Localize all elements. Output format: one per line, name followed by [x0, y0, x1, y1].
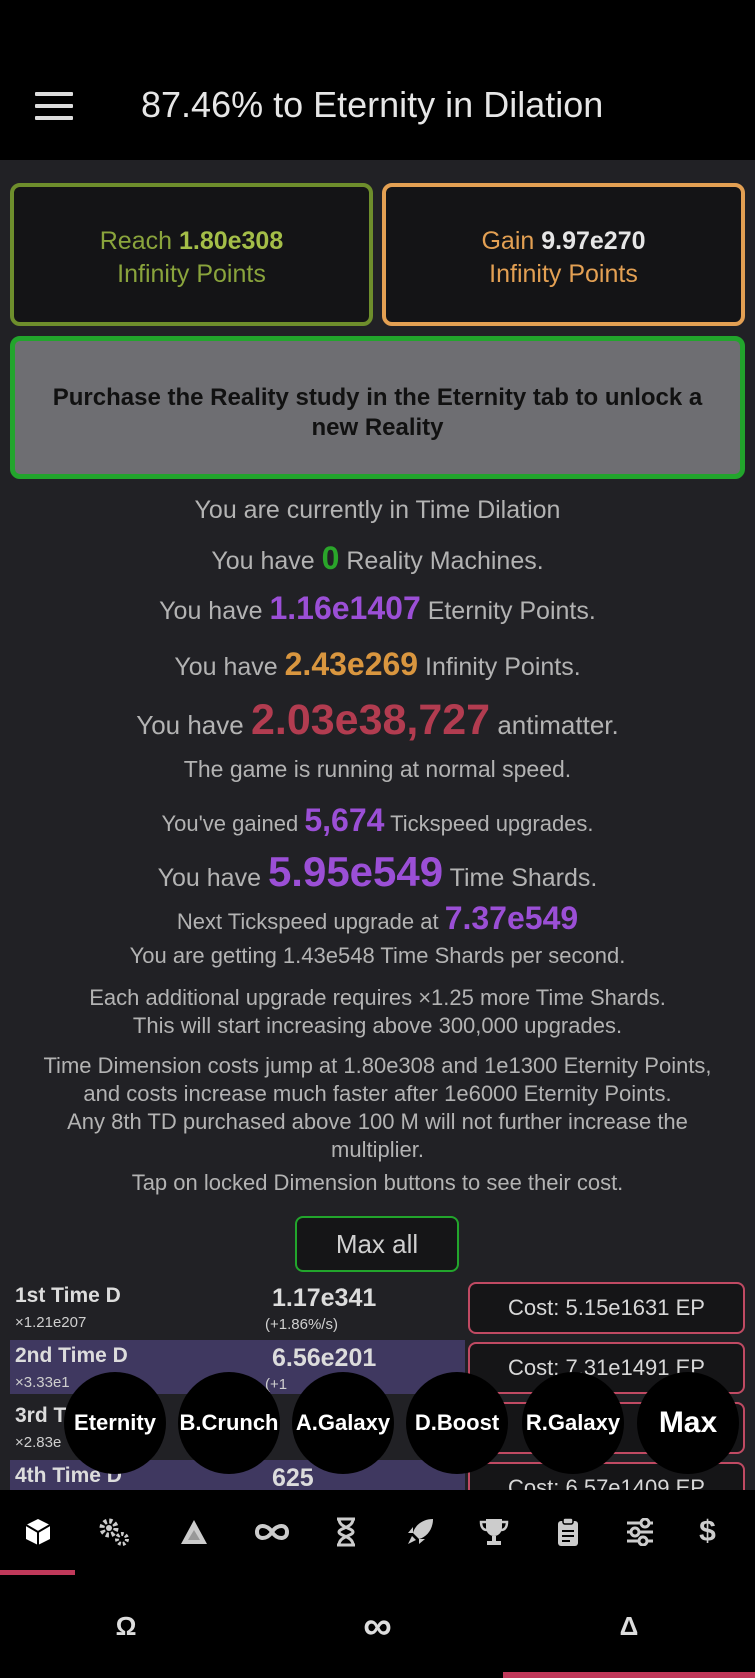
- ep-pre: You have: [159, 597, 263, 625]
- time-dimension-row: 1st Time D ×1.21e207 1.17e341 (+1.86%/s): [10, 1280, 465, 1334]
- reach-value: 1.80e308: [178, 227, 284, 255]
- triangle-icon[interactable]: [156, 1490, 231, 1574]
- infinity-points-text: You have 2.43e269 Infinity Points.: [0, 646, 755, 683]
- game-speed-text: The game is running at normal speed.: [183, 756, 572, 782]
- info-line-4: and costs increase much faster after 1e6…: [83, 1081, 672, 1106]
- ip-value: 2.43e269: [284, 646, 419, 682]
- tick-value: 5,674: [304, 802, 385, 838]
- hourglass-icon[interactable]: [308, 1490, 383, 1574]
- replicanti-galaxy-quick-button[interactable]: R.Galaxy: [522, 1372, 624, 1474]
- am-value: 2.03e38,727: [250, 696, 491, 744]
- trophy-icon[interactable]: [456, 1490, 531, 1574]
- next-value: 7.37e549: [444, 900, 579, 936]
- rm-value: 0: [321, 540, 340, 576]
- gain-prefix: Gain: [481, 227, 535, 255]
- max-quick-button[interactable]: Max: [637, 1372, 739, 1474]
- menu-icon[interactable]: [35, 92, 73, 120]
- infinity-icon[interactable]: [234, 1490, 309, 1574]
- shards-post: Time Shards.: [449, 864, 598, 892]
- bottom-nav: $ Ω ∞ Δ: [0, 1490, 755, 1678]
- reach-infinity-button[interactable]: Reach 1.80e308 Infinity Points: [10, 183, 373, 326]
- omega-icon[interactable]: Ω: [0, 1574, 252, 1678]
- dim-amount: 6.56e201: [272, 1344, 377, 1372]
- eternity-points-text: You have 1.16e1407 Eternity Points.: [0, 590, 755, 627]
- dim-name: 2nd Time D: [15, 1344, 128, 1367]
- big-crunch-quick-button[interactable]: B.Crunch: [178, 1372, 280, 1474]
- max-all-button[interactable]: Max all: [295, 1216, 459, 1272]
- dim-rate: (+1.86%/s): [265, 1316, 338, 1333]
- gears-icon[interactable]: [76, 1490, 151, 1574]
- dim-amount: 1.17e341: [272, 1284, 377, 1312]
- gain-unit: Infinity Points: [489, 260, 638, 288]
- dim-mult: ×3.33e1: [15, 1374, 70, 1391]
- tick-pre: You've gained: [161, 811, 299, 836]
- clipboard-icon[interactable]: [530, 1490, 605, 1574]
- am-pre: You have: [136, 710, 244, 740]
- info-line-1: Each additional upgrade requires ×1.25 m…: [89, 985, 666, 1010]
- dilation-status: You are currently in Time Dilation: [194, 496, 561, 524]
- rocket-icon[interactable]: [382, 1490, 457, 1574]
- top-bar: 87.46% to Eternity in Dilation: [0, 0, 755, 160]
- info-line-6: multiplier.: [331, 1137, 424, 1162]
- delta-icon[interactable]: Δ: [503, 1574, 755, 1678]
- ep-post: Eternity Points.: [427, 597, 596, 625]
- dim-mult: ×1.21e207: [15, 1314, 87, 1331]
- dimension-boost-quick-button[interactable]: D.Boost: [406, 1372, 508, 1474]
- next-pre: Next Tickspeed upgrade at: [176, 909, 439, 934]
- dim-cost-button[interactable]: Cost: 5.15e1631 EP: [468, 1282, 745, 1334]
- infinity-subtab-icon[interactable]: ∞: [252, 1574, 503, 1678]
- reality-machines-text: You have 0 Reality Machines.: [0, 540, 755, 577]
- next-tickspeed-text: Next Tickspeed upgrade at 7.37e549: [0, 900, 755, 937]
- eternity-quick-button[interactable]: Eternity: [64, 1372, 166, 1474]
- shards-pre: You have: [157, 864, 261, 892]
- active-subtab-indicator: [503, 1672, 755, 1678]
- sliders-icon[interactable]: [602, 1490, 677, 1574]
- shards-value: 5.95e549: [267, 848, 444, 895]
- delta-label: Δ: [619, 1610, 639, 1641]
- tickspeed-upgrades-text: You've gained 5,674 Tickspeed upgrades.: [0, 802, 755, 839]
- dollar-icon[interactable]: $: [670, 1490, 745, 1574]
- am-post: antimatter.: [497, 710, 619, 740]
- dim-name: 3rd T: [15, 1404, 67, 1427]
- page-title: 87.46% to Eternity in Dilation: [141, 84, 604, 125]
- ip-pre: You have: [174, 653, 278, 681]
- ep-value: 1.16e1407: [269, 590, 421, 626]
- dim-mult: ×2.83e: [15, 1434, 62, 1451]
- info-line-2: This will start increasing above 300,000…: [132, 1013, 623, 1038]
- antimatter-text: You have 2.03e38,727 antimatter.: [0, 696, 755, 745]
- cube-icon[interactable]: [0, 1490, 75, 1574]
- reach-prefix: Reach: [99, 227, 173, 255]
- info-line-5: Any 8th TD purchased above 100 M will no…: [67, 1109, 688, 1134]
- rm-pre: You have: [211, 547, 315, 575]
- infinity-label: ∞: [363, 1603, 392, 1648]
- omega-label: Ω: [115, 1610, 137, 1641]
- antimatter-galaxy-quick-button[interactable]: A.Galaxy: [292, 1372, 394, 1474]
- info-line-3: Time Dimension costs jump at 1.80e308 an…: [43, 1053, 712, 1078]
- rm-post: Reality Machines.: [346, 547, 544, 575]
- time-shards-text: You have 5.95e549 Time Shards.: [0, 848, 755, 896]
- info-line-7: Tap on locked Dimension buttons to see t…: [131, 1170, 624, 1195]
- shards-rate-text: You are getting 1.43e548 Time Shards per…: [129, 943, 626, 968]
- ip-post: Infinity Points.: [425, 653, 581, 681]
- gain-infinity-button[interactable]: Gain 9.97e270 Infinity Points: [382, 183, 745, 326]
- tick-post: Tickspeed upgrades.: [390, 811, 594, 836]
- reality-button[interactable]: Purchase the Reality study in the Eterni…: [10, 336, 745, 479]
- reach-unit: Infinity Points: [117, 260, 266, 288]
- gain-value: 9.97e270: [541, 227, 646, 255]
- dim-name: 1st Time D: [15, 1284, 121, 1307]
